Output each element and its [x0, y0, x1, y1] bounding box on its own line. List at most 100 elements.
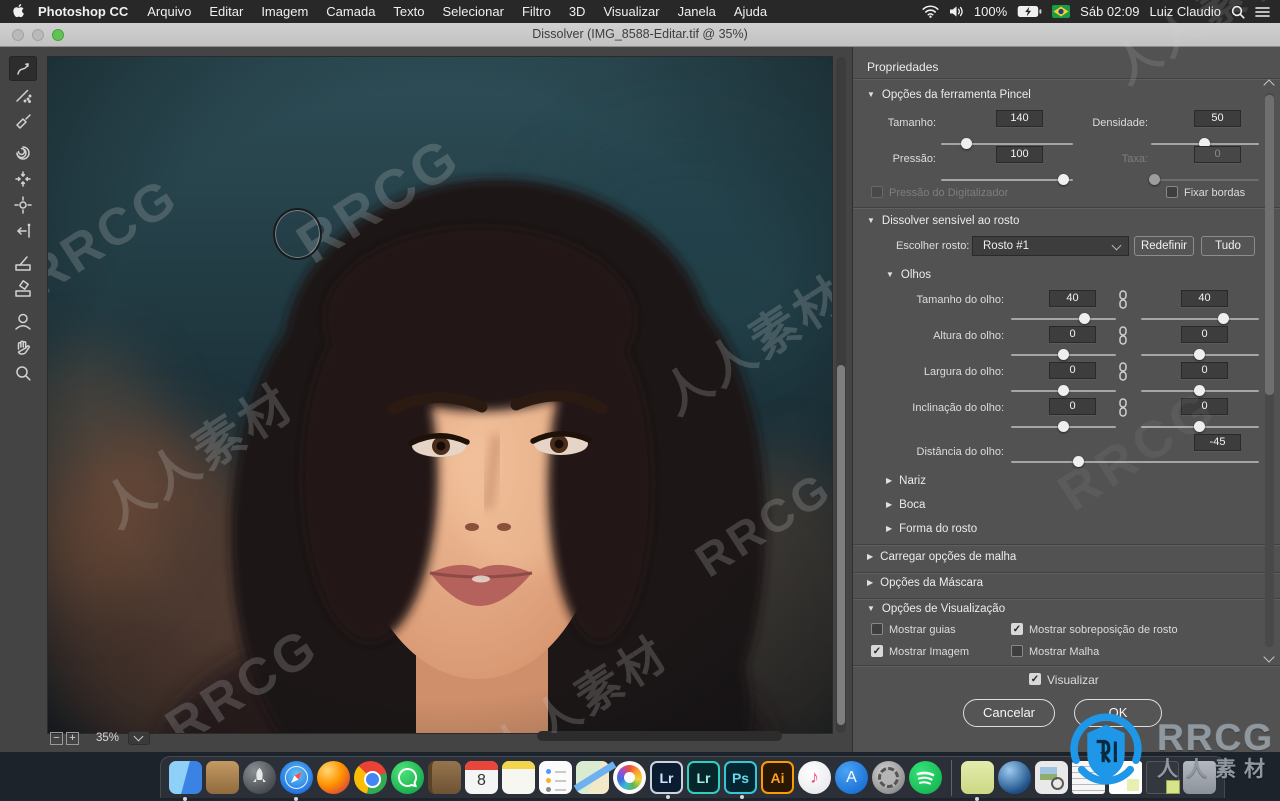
eye-size-left-slider[interactable]	[1011, 313, 1116, 324]
eye-width-left-input[interactable]: 0	[1049, 362, 1096, 379]
notification-center-icon[interactable]	[1255, 6, 1270, 18]
chrome-icon[interactable]	[354, 761, 387, 794]
cancel-button[interactable]: Cancelar	[963, 699, 1055, 727]
menu-editar[interactable]: Editar	[200, 4, 252, 19]
brazil-flag-input-icon[interactable]	[1052, 5, 1071, 18]
trash-icon[interactable]	[1183, 761, 1216, 794]
menu-visualizar[interactable]: Visualizar	[594, 4, 668, 19]
eye-distance-slider[interactable]	[1011, 456, 1259, 467]
show-guides-checkbox[interactable]	[871, 623, 883, 635]
spotify-icon[interactable]	[909, 761, 942, 794]
ok-button[interactable]: OK	[1074, 699, 1162, 727]
eye-height-left-input[interactable]: 0	[1049, 326, 1096, 343]
finder-icon[interactable]	[169, 761, 202, 801]
notes-icon[interactable]	[502, 761, 535, 794]
image-canvas[interactable]: RRCG 人人素材 人人素材 RRCG 人人素材 RRCG RRCG	[47, 56, 833, 734]
eye-size-left-input[interactable]: 40	[1049, 290, 1096, 307]
section-load-mesh[interactable]: ▶ Carregar opções de malha	[867, 551, 1016, 563]
brush-size-input[interactable]: 140	[996, 110, 1043, 127]
paper-bag-app-icon[interactable]	[206, 761, 239, 794]
eye-size-right-slider[interactable]	[1141, 313, 1259, 324]
brush-pressure-slider[interactable]	[941, 174, 1073, 185]
menu-selecionar[interactable]: Selecionar	[434, 4, 513, 19]
forward-warp-tool[interactable]	[9, 56, 37, 81]
app-store-icon[interactable]: A	[835, 761, 868, 794]
brush-density-slider[interactable]	[1151, 138, 1259, 149]
section-brush-options[interactable]: ▼ Opções da ferramenta Pincel	[867, 89, 1031, 101]
eye-width-right-input[interactable]: 0	[1181, 362, 1228, 379]
zoom-in-button[interactable]: +	[66, 731, 79, 745]
blue-sphere-icon[interactable]	[998, 761, 1031, 794]
firefox-icon[interactable]	[317, 761, 350, 794]
photos-icon[interactable]	[613, 761, 646, 794]
hand-tool[interactable]	[9, 334, 37, 359]
panel-scrollbar-thumb[interactable]	[1265, 95, 1274, 395]
dictionary-book-icon[interactable]	[428, 761, 461, 794]
eye-distance-input[interactable]: -45	[1194, 434, 1241, 451]
reminders-icon[interactable]	[539, 761, 572, 794]
lightroom-icon[interactable]: Lr	[650, 761, 683, 799]
section-nose[interactable]: ▶ Nariz	[886, 475, 926, 487]
preview-checkbox[interactable]	[1029, 673, 1041, 685]
thaw-mask-tool[interactable]	[9, 276, 37, 301]
eye-tilt-link-icon[interactable]	[1116, 398, 1130, 417]
section-eyes[interactable]: ▼ Olhos	[886, 269, 931, 281]
menu-imagem[interactable]: Imagem	[252, 4, 317, 19]
menu-3d[interactable]: 3D	[560, 4, 595, 19]
section-view-options[interactable]: ▼ Opções de Visualização	[867, 603, 1005, 615]
launchpad-icon[interactable]	[243, 761, 276, 794]
eye-size-link-icon[interactable]	[1116, 290, 1130, 309]
smooth-tool[interactable]	[9, 108, 37, 133]
bloat-tool[interactable]	[9, 192, 37, 217]
safari-icon[interactable]	[280, 761, 313, 801]
reset-face-button[interactable]: Redefinir	[1134, 236, 1194, 256]
menu-camada[interactable]: Camada	[317, 4, 384, 19]
stickies-icon[interactable]	[961, 761, 994, 801]
eye-size-right-input[interactable]: 40	[1181, 290, 1228, 307]
twirl-clockwise-tool[interactable]	[9, 140, 37, 165]
menubar-clock[interactable]: Sáb 02:09	[1080, 4, 1139, 19]
eye-width-right-slider[interactable]	[1141, 385, 1259, 396]
zoom-level-dropdown[interactable]	[128, 731, 151, 745]
eye-tilt-right-slider[interactable]	[1141, 421, 1259, 432]
calendar-icon[interactable]: 8	[465, 761, 498, 794]
show-image-checkbox[interactable]	[871, 645, 883, 657]
canvas-vertical-scrollbar[interactable]	[836, 57, 846, 733]
eye-width-left-slider[interactable]	[1011, 385, 1116, 396]
all-faces-button[interactable]: Tudo	[1201, 236, 1255, 256]
whatsapp-icon[interactable]	[391, 761, 424, 794]
document-icon[interactable]	[1072, 761, 1105, 794]
preview-icon[interactable]	[1035, 761, 1068, 794]
panel-scrollbar[interactable]	[1263, 79, 1275, 663]
menubar-user[interactable]: Luiz Claudio	[1149, 4, 1221, 19]
menu-filtro[interactable]: Filtro	[513, 4, 560, 19]
spotlight-search-icon[interactable]	[1231, 5, 1245, 19]
zoom-out-button[interactable]: −	[50, 731, 63, 745]
minimized-window-icon[interactable]	[1146, 761, 1180, 794]
reconstruct-tool[interactable]	[9, 82, 37, 107]
show-face-overlay-checkbox[interactable]	[1011, 623, 1023, 635]
eye-tilt-left-slider[interactable]	[1011, 421, 1116, 432]
brush-size-slider[interactable]	[941, 138, 1073, 149]
menu-arquivo[interactable]: Arquivo	[138, 4, 200, 19]
lightroom-classic-icon[interactable]: Lr	[687, 761, 720, 794]
eye-tilt-left-input[interactable]: 0	[1049, 398, 1096, 415]
section-mouth[interactable]: ▶ Boca	[886, 499, 925, 511]
eye-width-link-icon[interactable]	[1116, 362, 1130, 381]
menu-ajuda[interactable]: Ajuda	[725, 4, 776, 19]
illustrator-icon[interactable]: Ai	[761, 761, 794, 794]
zoom-tool[interactable]	[9, 360, 37, 385]
section-mask-options[interactable]: ▶ Opções da Máscara	[867, 577, 983, 589]
canvas-horizontal-scrollbar[interactable]	[537, 731, 782, 741]
brush-pressure-input[interactable]: 100	[996, 146, 1043, 163]
eye-height-link-icon[interactable]	[1116, 326, 1130, 345]
menu-janela[interactable]: Janela	[669, 4, 725, 19]
scroll-down-icon[interactable]	[1263, 651, 1275, 663]
eye-tilt-right-input[interactable]: 0	[1181, 398, 1228, 415]
photoshop-icon[interactable]: Ps	[724, 761, 757, 799]
system-preferences-icon[interactable]	[872, 761, 905, 794]
app-menu-photoshop[interactable]: Photoshop CC	[26, 4, 138, 19]
menu-texto[interactable]: Texto	[384, 4, 433, 19]
brush-density-input[interactable]: 50	[1194, 110, 1241, 127]
maps-icon[interactable]	[576, 761, 609, 794]
